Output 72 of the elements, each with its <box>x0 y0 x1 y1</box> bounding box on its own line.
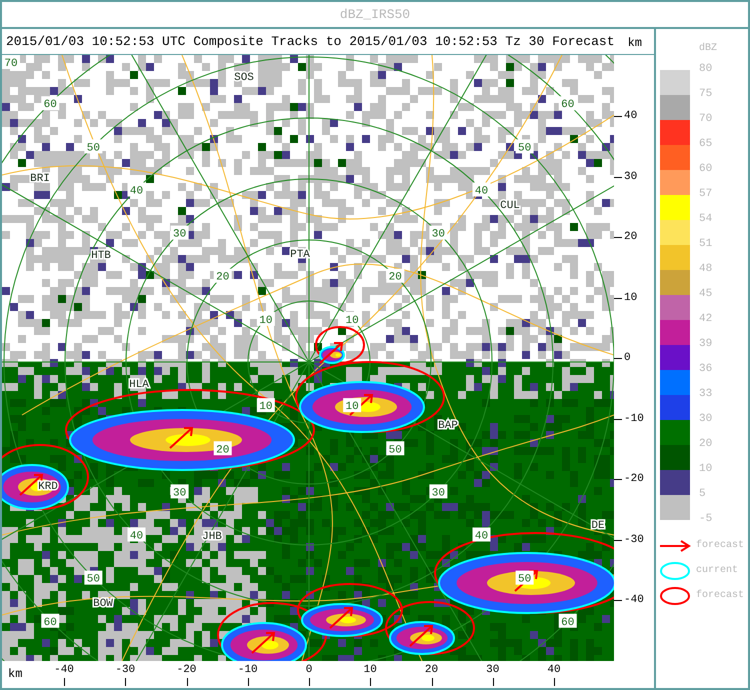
range-label: 20 <box>214 268 232 284</box>
legend-label: 42 <box>699 314 712 325</box>
range-label: 60 <box>558 96 577 112</box>
range-label: 70 <box>2 55 20 70</box>
legend-label: 36 <box>699 364 712 375</box>
legend-label: current <box>696 566 738 576</box>
axis-tick-label: 20 <box>624 232 638 243</box>
axis-unit: km <box>628 35 642 52</box>
axis-tick-label: -10 <box>238 665 258 676</box>
axis-tick-label: -10 <box>624 414 644 424</box>
legend-label: 45 <box>699 289 712 300</box>
axis-tick-label: -20 <box>624 474 644 485</box>
range-label: 40 <box>128 528 146 542</box>
axis-tick-label: 10 <box>624 292 638 304</box>
range-label: 10 <box>343 398 362 414</box>
range-label: 20 <box>214 441 232 456</box>
range-label: 10 <box>343 312 362 327</box>
legend-label: 5 <box>699 489 706 500</box>
axis-tick-label: 20 <box>424 665 438 676</box>
legend-label: -5 <box>699 514 712 525</box>
axis-tick-label: -30 <box>115 665 136 676</box>
range-label: 30 <box>170 226 189 241</box>
legend-label: 65 <box>699 139 712 150</box>
axis-tick-label: -30 <box>624 534 644 546</box>
axis-tick-label: -40 <box>624 595 644 606</box>
axis-tick-label: 30 <box>624 172 638 182</box>
station-label: HTB <box>91 250 111 262</box>
legend-label: forecast <box>696 541 744 551</box>
legend-label: 39 <box>699 339 712 350</box>
range-label: 30 <box>170 484 189 500</box>
legend-label: 51 <box>699 239 712 250</box>
axis-tick-label: 10 <box>364 665 377 676</box>
range-label: 50 <box>516 570 534 586</box>
axis-tick-label: 0 <box>306 665 312 676</box>
range-label: 20 <box>386 268 404 284</box>
legend-title: dBZ <box>699 42 718 56</box>
window-title: dBZ_IRS50 <box>340 6 410 24</box>
outline-icon <box>659 586 691 606</box>
range-label: 60 <box>41 96 60 112</box>
legend-label: 10 <box>699 464 712 475</box>
outline-icon <box>659 561 691 581</box>
station-label: BRI <box>30 173 50 185</box>
legend-label: 33 <box>699 389 712 400</box>
axis-tick-label: 40 <box>624 111 638 122</box>
range-label: 60 <box>41 614 60 629</box>
range-label: 40 <box>472 528 490 542</box>
axis-tick-label: 0 <box>624 353 631 364</box>
legend-label: 75 <box>699 89 712 100</box>
map-header: 2015/01/03 10:52:53 UTC Composite Tracks to 2015/01/03 10:52:53 Tz 30 Forecast <box>6 32 614 51</box>
station-label: CUL <box>500 200 520 212</box>
range-label: 30 <box>429 226 448 241</box>
range-label: 50 <box>516 139 534 154</box>
axis-unit: km <box>8 666 22 683</box>
legend-label: 20 <box>699 439 712 450</box>
range-label: 10 <box>256 398 275 414</box>
range-label: 40 <box>472 182 490 198</box>
axis-tick-label: 40 <box>547 665 561 676</box>
legend-label: 54 <box>699 214 712 225</box>
legend-label: 70 <box>699 114 712 125</box>
range-label: 50 <box>84 570 102 586</box>
axis-tick-label: -40 <box>54 665 74 676</box>
legend-label: 57 <box>699 189 712 200</box>
legend-label: 30 <box>699 414 712 425</box>
legend-label: 48 <box>699 264 712 275</box>
station-label: SOS <box>234 72 254 84</box>
axis-tick-label: 30 <box>486 665 500 676</box>
legend-label: 60 <box>699 164 712 175</box>
axis-tick-label: -20 <box>176 665 196 676</box>
legend-label: 80 <box>699 64 712 75</box>
station-label: BAP <box>438 420 458 432</box>
station-label: DE <box>591 520 605 532</box>
legend-label: forecast <box>696 591 744 601</box>
